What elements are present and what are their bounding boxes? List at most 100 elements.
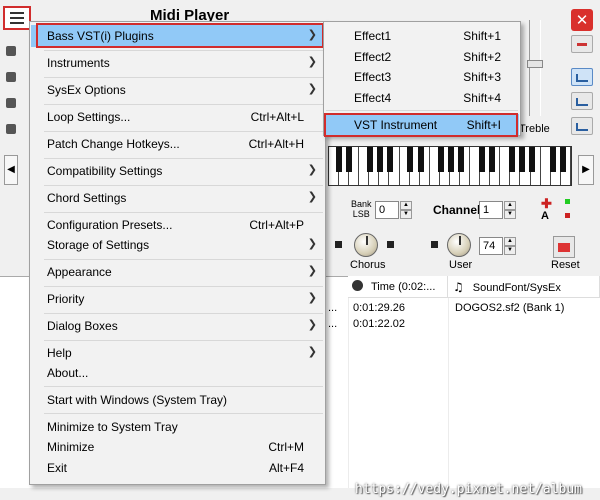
- piano-black-key[interactable]: [366, 147, 373, 172]
- menu-item-loop-settings[interactable]: Loop Settings... Ctrl+Alt+L: [31, 106, 324, 128]
- green-indicator: [565, 199, 570, 204]
- toolbar-icon[interactable]: [6, 124, 16, 134]
- channel-field[interactable]: 1: [479, 201, 503, 219]
- soundfont-column-header[interactable]: ♫ SoundFont/SysEx: [448, 276, 600, 298]
- time-column-header[interactable]: Time (0:02:...: [348, 276, 448, 298]
- reset-label: Reset: [551, 259, 580, 271]
- chevron-right-icon: ❯: [307, 318, 317, 331]
- submenu-item-effect1[interactable]: Effect1 Shift+1: [325, 25, 519, 47]
- table-cell-time: 0:01:29.26: [353, 302, 405, 314]
- keyboard-scroll-left-button[interactable]: ◀: [4, 155, 18, 185]
- toolbar-icon[interactable]: [6, 46, 16, 56]
- watermark: https://vedy.pixnet.net/album: [355, 482, 582, 497]
- user-value-field[interactable]: 74: [479, 237, 503, 255]
- table-cell: ...: [328, 318, 338, 330]
- graph-view-button[interactable]: [571, 92, 593, 110]
- left-toolbar: [4, 40, 18, 150]
- hamburger-icon: [10, 12, 24, 14]
- treble-label: Treble: [519, 123, 550, 135]
- piano-black-key[interactable]: [346, 147, 353, 172]
- bank-lsb-spinner[interactable]: ▲ ▼: [400, 201, 412, 219]
- submenu-item-effect3[interactable]: Effect3 Shift+3: [325, 66, 519, 88]
- treble-slider-handle[interactable]: [527, 60, 543, 68]
- music-note-icon: ♫: [453, 280, 464, 294]
- record-a-label[interactable]: A: [541, 210, 549, 222]
- table-view-button[interactable]: [571, 117, 593, 135]
- submenu-item-effect4[interactable]: Effect4 Shift+4: [325, 87, 519, 109]
- piano-black-key[interactable]: [509, 147, 515, 172]
- menu-item-dialog-boxes[interactable]: Dialog Boxes ❯: [31, 315, 324, 337]
- menu-item-priority[interactable]: Priority ❯: [31, 288, 324, 310]
- treble-slider-track: [529, 20, 541, 116]
- toolbar-icon[interactable]: [6, 72, 16, 82]
- piano-black-key[interactable]: [336, 147, 343, 172]
- piano-black-key[interactable]: [559, 147, 566, 172]
- piano-black-key[interactable]: [529, 147, 536, 172]
- piano-black-key[interactable]: [519, 147, 526, 172]
- piano-black-key[interactable]: [448, 147, 454, 172]
- chevron-right-icon: ❯: [307, 345, 317, 358]
- piano-black-key[interactable]: [376, 147, 383, 172]
- red-indicator: [565, 213, 570, 218]
- piano-black-key[interactable]: [437, 147, 444, 172]
- piano-black-key[interactable]: [478, 147, 485, 172]
- chevron-right-icon: ❯: [307, 190, 317, 203]
- menu-item-bass-vst-plugins[interactable]: Bass VST(i) Plugins ❯: [31, 25, 324, 47]
- record-controls: ✚ A: [538, 196, 578, 226]
- menu-item-chord-settings[interactable]: Chord Settings ❯: [31, 187, 324, 209]
- user-value-spinner[interactable]: ▲ ▼: [504, 237, 516, 255]
- chevron-right-icon: ❯: [307, 264, 317, 277]
- menu-item-exit[interactable]: Exit Alt+F4: [31, 457, 324, 479]
- chorus-label: Chorus: [350, 259, 386, 271]
- chevron-right-icon: ❯: [307, 55, 317, 68]
- toolbar-icon[interactable]: [6, 98, 16, 108]
- piano-black-key[interactable]: [407, 147, 414, 172]
- submenu-item-effect2[interactable]: Effect2 Shift+2: [325, 46, 519, 68]
- piano-black-key[interactable]: [549, 147, 556, 172]
- menu-item-compatibility-settings[interactable]: Compatibility Settings ❯: [31, 160, 324, 182]
- piano-black-key[interactable]: [417, 147, 424, 172]
- channel-label: Channel: [433, 203, 481, 217]
- menu-item-help[interactable]: Help ❯: [31, 342, 324, 364]
- settings-menu: Bass VST(i) Plugins ❯ Instruments ❯ SysE…: [29, 21, 326, 485]
- menu-item-storage-of-settings[interactable]: Storage of Settings ❯: [31, 234, 324, 256]
- reset-button[interactable]: [553, 236, 575, 258]
- chorus-knob[interactable]: [354, 233, 378, 257]
- close-button[interactable]: ✕: [571, 9, 593, 31]
- chevron-right-icon: ❯: [307, 163, 317, 176]
- bank-lsb-field[interactable]: 0: [375, 201, 399, 219]
- clock-icon: [352, 280, 363, 291]
- menu-item-sysex-options[interactable]: SysEx Options ❯: [31, 79, 324, 101]
- line-chart-icon: [576, 98, 588, 106]
- knob-marker: [387, 241, 394, 248]
- menu-item-appearance[interactable]: Appearance ❯: [31, 261, 324, 283]
- menu-item-configuration-presets[interactable]: Configuration Presets... Ctrl+Alt+P: [31, 214, 324, 236]
- table-cell: ...: [328, 302, 338, 314]
- knob-marker: [335, 241, 342, 248]
- piano-black-key[interactable]: [387, 147, 393, 172]
- menu-item-patch-change-hotkeys[interactable]: Patch Change Hotkeys... Ctrl+Alt+H: [31, 133, 324, 155]
- knob-marker: [431, 241, 438, 248]
- piano-keyboard[interactable]: [328, 146, 572, 186]
- minimize-button[interactable]: [571, 35, 593, 53]
- channel-spinner[interactable]: ▲ ▼: [504, 201, 516, 219]
- chart-view-button[interactable]: [571, 68, 593, 86]
- piano-black-key[interactable]: [458, 147, 465, 172]
- keyboard-scroll-right-button[interactable]: ▶: [578, 155, 594, 185]
- user-label: User: [449, 259, 473, 271]
- piano-black-key[interactable]: [488, 147, 495, 172]
- table-cell-time: 0:01:22.02: [353, 318, 405, 330]
- chevron-right-icon: ❯: [307, 82, 317, 95]
- table-cell-soundfont: DOGOS2.sf2 (Bank 1): [455, 302, 565, 314]
- grid-icon: [576, 123, 588, 131]
- hamburger-menu-button[interactable]: [3, 6, 31, 30]
- bank-lsb-label: Bank LSB: [351, 199, 372, 219]
- menu-item-minimize-to-tray[interactable]: Minimize to System Tray: [31, 416, 324, 438]
- menu-item-start-with-windows[interactable]: Start with Windows (System Tray): [31, 389, 324, 411]
- submenu-item-vst-instrument[interactable]: VST Instrument Shift+I: [325, 114, 519, 135]
- chevron-right-icon: ❯: [307, 237, 317, 250]
- menu-item-instruments[interactable]: Instruments ❯: [31, 52, 324, 74]
- menu-item-about[interactable]: About...: [31, 362, 324, 384]
- user-knob[interactable]: [447, 233, 471, 257]
- menu-item-minimize[interactable]: Minimize Ctrl+M: [31, 436, 324, 458]
